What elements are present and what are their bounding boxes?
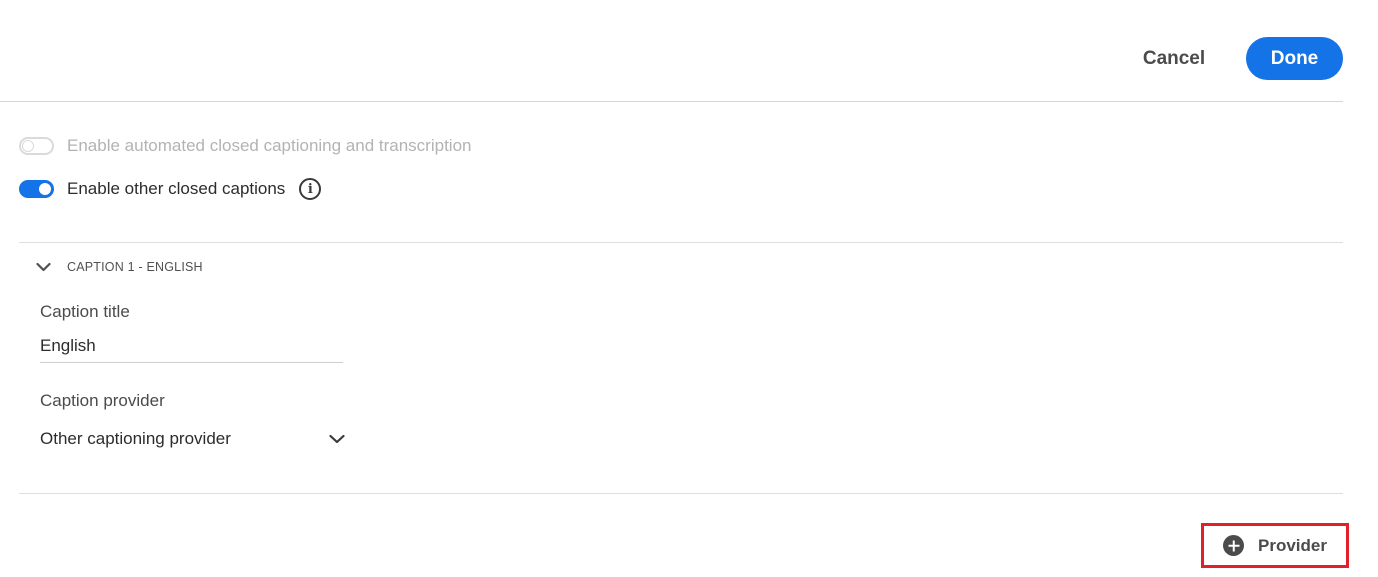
closed-captions-settings-page: Cancel Done Enable automated closed capt… (0, 0, 1378, 577)
other-captions-label: Enable other closed captions (67, 179, 286, 198)
caption-section-divider-bottom (19, 493, 1343, 494)
caption-provider-value: Other captioning provider (40, 429, 231, 448)
toggle-knob (39, 183, 51, 195)
cancel-button[interactable]: Cancel (1128, 38, 1220, 78)
other-captions-row: Enable other closed captions i (19, 177, 322, 201)
automated-captioning-toggle[interactable] (19, 137, 54, 155)
caption-provider-label: Caption provider (40, 391, 165, 410)
info-icon[interactable]: i (299, 178, 322, 200)
other-captions-toggle[interactable] (19, 180, 54, 198)
plus-circle-icon (1223, 535, 1244, 556)
automated-captioning-row: Enable automated closed captioning and t… (19, 134, 472, 158)
caption-1-header-label: CAPTION 1 - ENGLISH (67, 260, 203, 274)
caption-1-header[interactable]: CAPTION 1 - ENGLISH (36, 260, 203, 274)
add-provider-label: Provider (1258, 535, 1327, 555)
automated-captioning-label: Enable automated closed captioning and t… (67, 136, 472, 155)
chevron-down-icon (36, 262, 51, 272)
caption-provider-select[interactable]: Other captioning provider (40, 424, 345, 454)
toggle-knob (22, 140, 34, 152)
header-divider (0, 101, 1343, 102)
caption-section-divider-top (19, 242, 1343, 243)
done-button[interactable]: Done (1246, 37, 1343, 80)
add-provider-button[interactable]: Provider (1201, 523, 1349, 568)
caption-title-input[interactable] (40, 330, 343, 363)
caption-title-label: Caption title (40, 302, 130, 321)
chevron-down-icon (329, 434, 345, 444)
